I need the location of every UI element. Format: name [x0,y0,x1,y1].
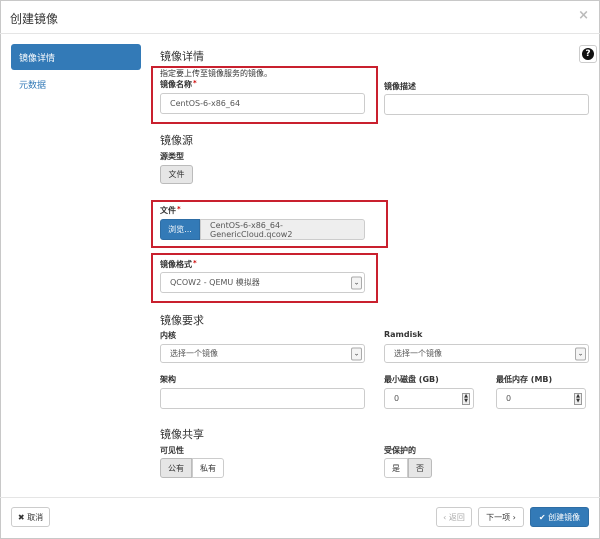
arch-label: 架构 [160,375,176,384]
image-description-input[interactable] [384,94,589,115]
requirements-heading: 镜像要求 [160,314,204,327]
kernel-select-value: 选择一个镜像 [170,349,218,358]
min-disk-label: 最小磁盘 (GB) [384,375,439,384]
arch-input[interactable] [160,388,365,409]
sidebar-item-metadata[interactable]: 元数据 [19,78,46,91]
chevron-down-icon: ⌄ [575,347,586,360]
stepper-icon[interactable]: ▲ ▼ [462,392,470,405]
min-ram-input[interactable]: 0 ▲ ▼ [496,388,586,409]
protected-yes-button[interactable]: 是 [384,458,408,478]
chevron-down-icon: ⌄ [351,347,362,360]
protected-label: 受保护的 [384,446,416,455]
min-disk-value: 0 [394,394,400,403]
ramdisk-select-value: 选择一个镜像 [394,349,442,358]
details-heading: 镜像详情 [160,50,204,63]
source-heading: 镜像源 [160,134,193,147]
help-button[interactable]: ? [579,45,597,63]
ramdisk-select[interactable]: 选择一个镜像 ⌄ [384,344,589,363]
visibility-public-button[interactable]: 公有 [160,458,192,478]
protected-no-button[interactable]: 否 [408,458,432,478]
min-ram-label: 最低内存 (MB) [496,375,553,384]
kernel-label: 内核 [160,331,176,340]
ramdisk-label: Ramdisk [384,330,423,339]
close-icon[interactable]: × [578,8,589,23]
dialog-title: 创建镜像 [10,12,59,26]
back-button[interactable]: ‹ 返回 [436,507,472,527]
highlight-format-box [151,253,378,303]
highlight-file-box [151,200,388,248]
next-button[interactable]: 下一项 › [478,507,524,527]
kernel-select[interactable]: 选择一个镜像 ⌄ [160,344,365,363]
stepper-icon[interactable]: ▲ ▼ [574,392,582,405]
create-image-button[interactable]: ✔ 创建镜像 [530,507,589,527]
source-type-file-button[interactable]: 文件 [160,165,193,184]
min-disk-input[interactable]: 0 ▲ ▼ [384,388,474,409]
visibility-private-button[interactable]: 私有 [192,458,224,478]
min-ram-value: 0 [506,394,512,403]
desc-label: 镜像描述 [384,82,416,91]
cancel-button[interactable]: ✖ 取消 [11,507,50,527]
source-type-label: 源类型 [160,152,184,161]
sidebar-item-details[interactable]: 镜像详情 [11,44,141,70]
visibility-label: 可见性 [160,446,184,455]
header-divider [0,33,600,34]
sharing-heading: 镜像共享 [160,428,204,441]
footer-divider [0,497,600,498]
highlight-name-box [151,66,378,124]
question-icon: ? [582,48,594,60]
